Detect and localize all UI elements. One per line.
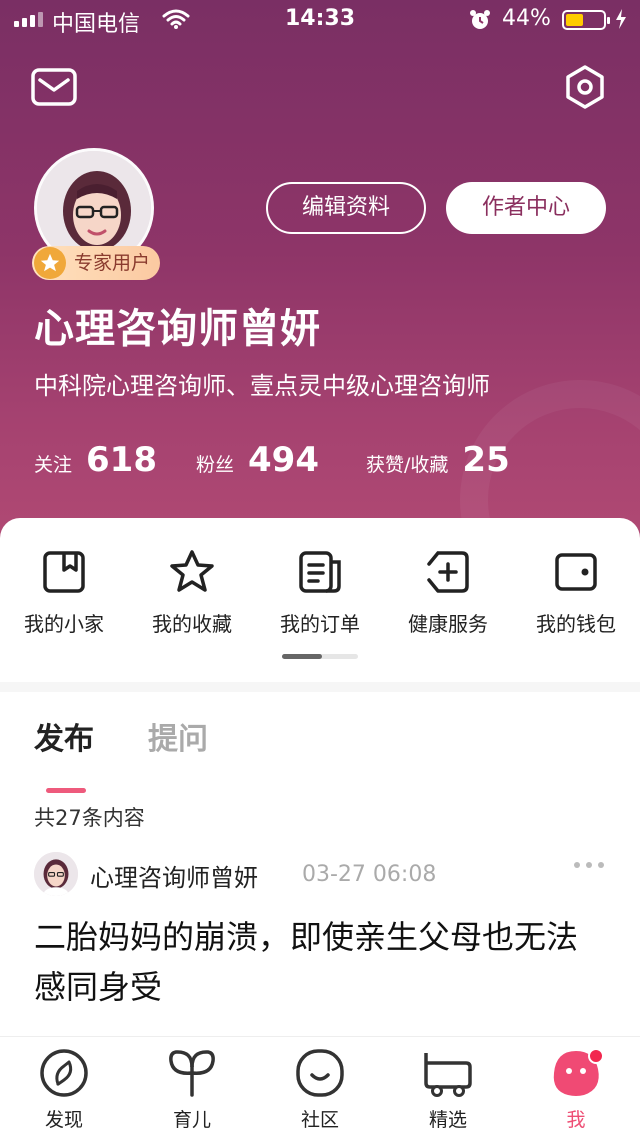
avatar-portrait — [34, 852, 78, 896]
service-label: 我的收藏 — [152, 612, 232, 636]
nav-me[interactable]: 我 — [526, 1047, 626, 1132]
charging-bolt-icon — [616, 9, 626, 29]
stat-label: 粉丝 — [196, 454, 235, 476]
sprout-icon — [169, 1050, 215, 1097]
cart-icon — [424, 1053, 472, 1097]
content-count: 共27条内容 — [34, 806, 145, 830]
bookmark-box-icon — [43, 551, 85, 593]
author-center-button[interactable]: 作者中心 — [446, 182, 606, 234]
nav-label: 我 — [566, 1109, 586, 1131]
order-icon — [299, 551, 341, 593]
wallet-icon — [555, 553, 597, 591]
nav-label: 育儿 — [172, 1109, 211, 1131]
battery-icon — [562, 10, 610, 30]
battery-percent: 44% — [502, 6, 551, 31]
stat-label: 关注 — [34, 454, 73, 476]
notification-dot — [588, 1048, 604, 1064]
services-card: 我的小家 我的收藏 我的订单 健康服务 我的钱包 — [0, 518, 640, 682]
nav-featured[interactable]: 精选 — [398, 1047, 498, 1132]
nav-parenting[interactable]: 育儿 — [142, 1047, 242, 1132]
active-tab-underline — [46, 788, 86, 793]
alarm-icon — [470, 10, 490, 29]
post-author-name[interactable]: 心理咨询师曾妍 — [90, 858, 258, 893]
edit-profile-button[interactable]: 编辑资料 — [266, 182, 426, 234]
stat-label: 获赞/收藏 — [366, 454, 449, 476]
health-plus-icon — [427, 551, 469, 593]
profile-name: 心理咨询师曾妍 — [34, 306, 321, 352]
smile-icon — [296, 1049, 344, 1097]
stat-likes-favorites[interactable]: 获赞/收藏 25 — [366, 440, 510, 480]
compass-icon — [40, 1049, 88, 1097]
service-my-favorites[interactable]: 我的收藏 — [128, 548, 256, 637]
star-badge-icon — [34, 247, 66, 279]
service-label: 健康服务 — [408, 612, 488, 636]
stat-followers[interactable]: 粉丝 494 — [196, 440, 319, 480]
settings-icon[interactable] — [562, 64, 608, 110]
post-title[interactable]: 二胎妈妈的崩溃，即使亲生父母也无法感同身受 — [34, 912, 604, 1012]
service-my-home[interactable]: 我的小家 — [0, 548, 128, 637]
nav-label: 社区 — [300, 1109, 339, 1131]
nav-label: 精选 — [428, 1109, 467, 1131]
stat-value: 618 — [86, 440, 157, 480]
service-wallet[interactable]: 我的钱包 — [512, 548, 640, 637]
nav-label: 发现 — [44, 1109, 83, 1131]
service-my-orders[interactable]: 我的订单 — [256, 548, 384, 637]
stat-value: 494 — [248, 440, 319, 480]
stat-following[interactable]: 关注 618 — [34, 440, 157, 480]
service-label: 我的钱包 — [536, 612, 616, 636]
expert-badge: 专家用户 — [32, 246, 161, 280]
star-icon — [170, 550, 214, 592]
services-scroll-indicator — [282, 654, 358, 659]
content-section: 发布 提问 共27条内容 心理咨询师曾妍 03-27 06:08 二胎妈妈的崩溃… — [0, 692, 640, 1052]
expert-badge-label: 专家用户 — [74, 252, 151, 274]
service-health[interactable]: 健康服务 — [384, 548, 512, 637]
stat-value: 25 — [462, 440, 510, 480]
nav-community[interactable]: 社区 — [270, 1047, 370, 1132]
status-bar: 中国电信 14:33 44% — [0, 0, 640, 40]
service-label: 我的订单 — [280, 612, 360, 636]
profile-header: 中国电信 14:33 44% 专家用户 编辑资料 作者中心 心理咨询师曾妍 中科… — [0, 0, 640, 560]
tab-publish[interactable]: 发布 — [34, 714, 94, 758]
stats-row: 关注 618 粉丝 494 获赞/收藏 25 — [34, 440, 614, 480]
post-author-avatar[interactable] — [34, 852, 78, 896]
post-timestamp: 03-27 06:08 — [302, 862, 437, 887]
nav-discover[interactable]: 发现 — [14, 1047, 114, 1132]
service-label: 我的小家 — [24, 612, 104, 636]
mail-icon[interactable] — [30, 66, 78, 108]
more-options-icon[interactable] — [574, 862, 604, 868]
tab-questions[interactable]: 提问 — [148, 714, 208, 758]
profile-description: 中科院心理咨询师、壹点灵中级心理咨询师 — [34, 372, 490, 400]
bottom-nav: 发现 育儿 社区 精选 我 — [0, 1036, 640, 1136]
